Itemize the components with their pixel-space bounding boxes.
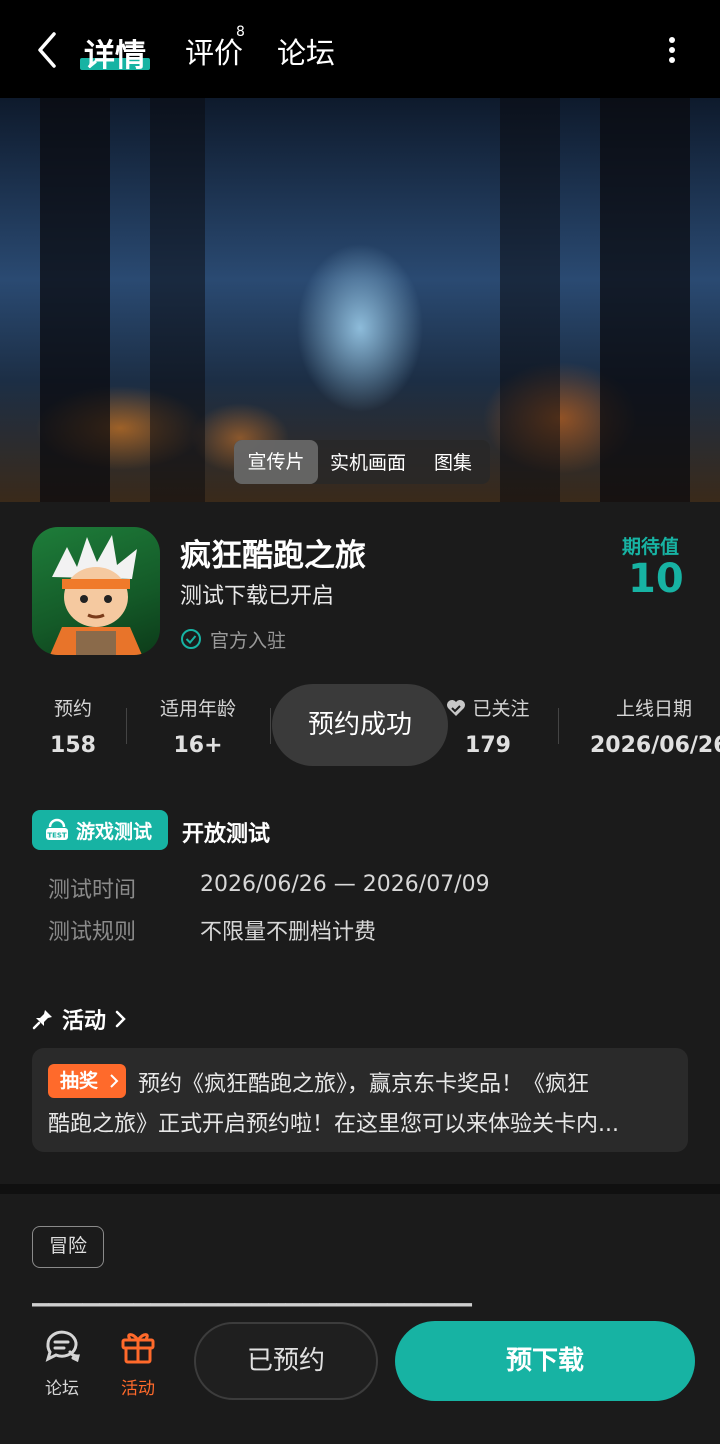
stat-value: 2026/06/26 xyxy=(590,733,720,758)
game-subtitle: 测试下载已开启 xyxy=(180,584,335,609)
heart-check-icon xyxy=(447,700,466,716)
pin-icon xyxy=(32,1010,52,1030)
stat-age-rating: 适用年龄 16+ xyxy=(148,694,248,758)
stat-value: 179 xyxy=(465,733,511,758)
gift-icon xyxy=(121,1333,155,1364)
stat-value: 16+ xyxy=(173,733,223,758)
stat-label: 适用年龄 xyxy=(159,698,236,720)
chevron-right-icon xyxy=(109,1074,119,1088)
forum-label: 论坛 xyxy=(45,1379,79,1399)
tab-detail[interactable]: 详情 xyxy=(84,30,146,75)
game-title: 疯狂酷跑之旅 xyxy=(180,538,366,574)
review-count-badge: 8 xyxy=(236,24,245,40)
stat-followers[interactable]: 已关注 179 xyxy=(440,694,536,758)
lottery-badge: 抽奖 xyxy=(48,1064,126,1098)
stat-divider xyxy=(270,708,271,744)
activity-title: 活动 xyxy=(62,1009,107,1034)
forum-button[interactable]: 论坛 xyxy=(32,1326,92,1399)
back-arrow-icon[interactable] xyxy=(28,30,68,70)
more-vertical-icon[interactable] xyxy=(660,34,684,66)
activity-text-line1: 预约《疯狂酷跑之旅》，赢京东卡奖品！《疯狂 xyxy=(138,1072,590,1097)
banner-scenery xyxy=(600,98,690,502)
section-separator xyxy=(0,1184,720,1194)
media-tab-gameplay[interactable]: 实机画面 xyxy=(330,448,406,475)
banner-scenery xyxy=(500,98,560,502)
activity-label: 活动 xyxy=(121,1379,155,1399)
test-icon: TEST xyxy=(46,818,68,840)
test-badge-label: 游戏测试 xyxy=(76,820,153,843)
lottery-label: 抽奖 xyxy=(60,1070,99,1092)
game-test-badge: TEST 游戏测试 xyxy=(32,810,168,850)
official-verified: 官方入驻 xyxy=(180,626,286,652)
svg-text:TEST: TEST xyxy=(47,832,67,840)
stat-label: 预约 xyxy=(53,698,92,720)
banner-scenery xyxy=(40,98,110,502)
banner-scenery xyxy=(150,98,205,502)
verified-check-icon xyxy=(181,629,201,649)
stat-label-text: 已关注 xyxy=(472,698,530,720)
activity-button[interactable]: 活动 xyxy=(108,1326,168,1399)
stat-reservations: 预约 158 xyxy=(40,694,106,758)
stat-divider xyxy=(126,708,127,744)
test-rules-label: 测试规则 xyxy=(48,920,137,945)
media-tab-trailer[interactable]: 宣传片 xyxy=(234,440,318,484)
forum-chat-icon xyxy=(45,1330,80,1363)
game-app-icon xyxy=(32,527,160,655)
promo-video-banner[interactable]: 宣传片 实机画面 图集 xyxy=(0,98,720,502)
activity-card[interactable]: 抽奖 预约《疯狂酷跑之旅》，赢京东卡奖品！《疯狂 酷跑之旅》正式开启预约啦！在这… xyxy=(32,1048,688,1152)
predownload-button[interactable]: 预下载 xyxy=(395,1321,695,1401)
test-rules-value: 不限量不删档计费 xyxy=(200,920,377,945)
reservation-success-toast: 预约成功 xyxy=(272,684,448,766)
description-peek: ▁▁▁▁▁▁▁▁▁▁▁▁▁▁▁▁▁▁▁▁▁▁▁▁▁▁ xyxy=(32,1294,688,1308)
official-label: 官方入驻 xyxy=(210,629,287,652)
bottom-action-bar: 论坛 活动 已预约 预下载 xyxy=(0,1308,720,1444)
test-type: 开放测试 xyxy=(182,822,271,847)
stat-label: 已关注 xyxy=(440,694,536,721)
test-time-value: 2026/06/26 — 2026/07/09 xyxy=(200,872,490,897)
stat-release-date: 上线日期 2026/06/26 xyxy=(586,694,720,758)
description-peek-text: ▁▁▁▁▁▁▁▁▁▁▁▁▁▁▁▁▁▁▁▁▁▁▁▁▁▁ xyxy=(32,1294,472,1307)
tab-forum[interactable]: 论坛 xyxy=(277,30,335,72)
stat-value: 158 xyxy=(50,733,96,758)
media-tab-gallery[interactable]: 图集 xyxy=(434,448,472,475)
expectation-label: 期待值 xyxy=(622,536,680,558)
expectation-value: 10 xyxy=(628,556,684,602)
top-header: 详情 评价 8 论坛 xyxy=(0,0,720,98)
genre-tag[interactable]: 冒险 xyxy=(32,1226,104,1268)
chevron-right-icon xyxy=(115,1010,126,1028)
stat-label: 上线日期 xyxy=(616,698,693,720)
media-tabs: 宣传片 实机画面 图集 xyxy=(234,440,490,484)
test-time-label: 测试时间 xyxy=(48,878,137,903)
activity-text-line2: 酷跑之旅》正式开启预约啦！在这里您可以来体验关卡内... xyxy=(48,1112,619,1137)
reserved-button[interactable]: 已预约 xyxy=(194,1322,378,1400)
tab-review[interactable]: 评价 xyxy=(185,30,243,72)
stat-divider xyxy=(558,708,559,744)
activity-header[interactable]: 活动 xyxy=(32,1003,128,1035)
